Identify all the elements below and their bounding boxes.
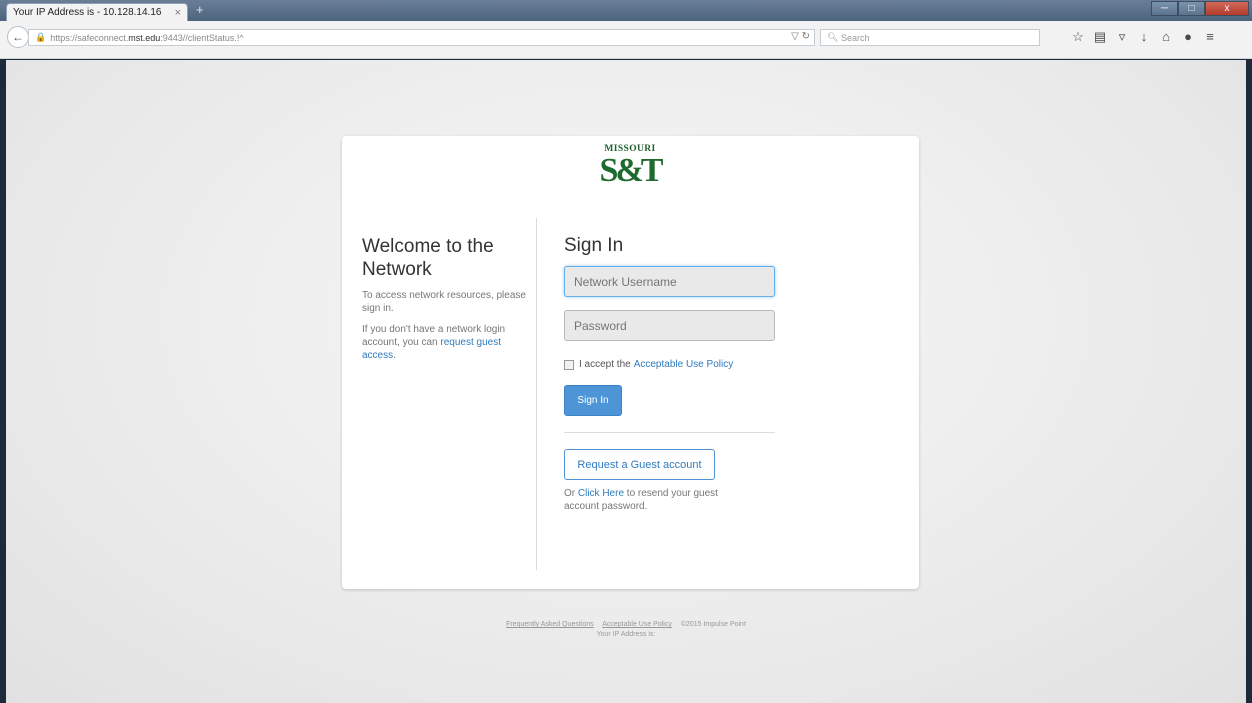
browser-tab[interactable]: Your IP Address is - 10.128.14.16 × <box>6 3 188 21</box>
maximize-button[interactable]: □ <box>1178 1 1205 16</box>
browser-navbar: ← 🔒 https://safeconnect.mst.edu:9443//cl… <box>0 21 1252 59</box>
reload-icon[interactable]: ▽ ↻ <box>791 31 810 42</box>
accept-policy-label: I accept the <box>579 359 631 370</box>
welcome-title: Welcome to the Network <box>362 236 494 280</box>
welcome-panel: Welcome to the Network To access network… <box>362 235 527 362</box>
window-controls: ─ □ x <box>1151 1 1249 16</box>
address-bar[interactable]: 🔒 https://safeconnect.mst.edu:9443//clie… <box>28 29 815 46</box>
request-guest-account-button[interactable]: Request a Guest account <box>564 449 715 480</box>
back-arrow-icon: ← <box>12 30 24 44</box>
new-tab-button[interactable]: + <box>196 3 204 17</box>
tab-title: Your IP Address is - 10.128.14.16 <box>13 7 162 18</box>
search-placeholder: Search <box>840 32 870 43</box>
bookmarks-list-icon[interactable]: ▤ <box>1089 29 1111 45</box>
browser-titlebar: Your IP Address is - 10.128.14.16 × + ─ … <box>0 0 1252 21</box>
tab-close-icon[interactable]: × <box>175 7 181 19</box>
vertical-divider <box>536 218 537 570</box>
chat-icon[interactable]: ● <box>1177 29 1199 45</box>
accept-policy-checkbox[interactable] <box>564 359 574 370</box>
pocket-icon[interactable]: ▿ <box>1111 29 1133 45</box>
menu-icon[interactable]: ≡ <box>1199 29 1221 45</box>
back-button[interactable]: ← <box>7 26 29 48</box>
close-window-button[interactable]: x <box>1205 1 1249 16</box>
footer-links: Frequently Asked Questions Acceptable Us… <box>6 620 1246 630</box>
url-text: https://safeconnect.mst.edu:9443//client… <box>50 32 244 43</box>
missouri-st-logo: MISSOURI S&T <box>595 144 665 196</box>
ip-address-text: Your IP Address is: <box>596 631 656 638</box>
bookmark-star-icon[interactable]: ☆ <box>1067 29 1089 45</box>
accept-policy-row: I accept the Acceptable Use Policy <box>564 359 733 370</box>
copyright-text: ©2015 Impulse Point <box>680 621 746 628</box>
username-field[interactable] <box>564 266 775 297</box>
footer-aup-link[interactable]: Acceptable Use Policy <box>602 621 672 628</box>
minimize-button[interactable]: ─ <box>1151 1 1178 16</box>
toolbar-icons: ☆ ▤ ▿ ↓ ⌂ ● ≡ <box>1067 29 1221 45</box>
signin-panel: Sign In I accept the Acceptable Use Poli… <box>564 235 784 512</box>
login-card: MISSOURI S&T Welcome to the Network To a… <box>342 136 919 589</box>
acceptable-use-policy-link[interactable]: Acceptable Use Policy <box>634 359 734 370</box>
welcome-intro: To access network resources, please sign… <box>362 290 526 314</box>
password-field[interactable] <box>564 310 775 341</box>
search-input[interactable]: 🔍︎ Search <box>820 29 1040 46</box>
home-icon[interactable]: ⌂ <box>1155 29 1177 45</box>
faq-link[interactable]: Frequently Asked Questions <box>506 621 594 628</box>
signin-title: Sign In <box>564 235 624 256</box>
search-icon: 🔍︎ <box>827 32 841 42</box>
resend-password-text: Or Click Here to resend your guest accou… <box>564 488 718 512</box>
click-here-link[interactable]: Click Here <box>578 488 624 499</box>
welcome-guest-text: If you don't have a network login accoun… <box>362 324 506 361</box>
download-icon[interactable]: ↓ <box>1133 29 1155 45</box>
signin-button[interactable]: Sign In <box>564 385 622 416</box>
logo-main-text: S&T <box>599 152 664 189</box>
page-viewport: MISSOURI S&T Welcome to the Network To a… <box>6 60 1246 703</box>
lock-icon: 🔒 <box>35 32 47 42</box>
horizontal-divider <box>564 432 775 433</box>
page-footer: Frequently Asked Questions Acceptable Us… <box>6 620 1246 640</box>
